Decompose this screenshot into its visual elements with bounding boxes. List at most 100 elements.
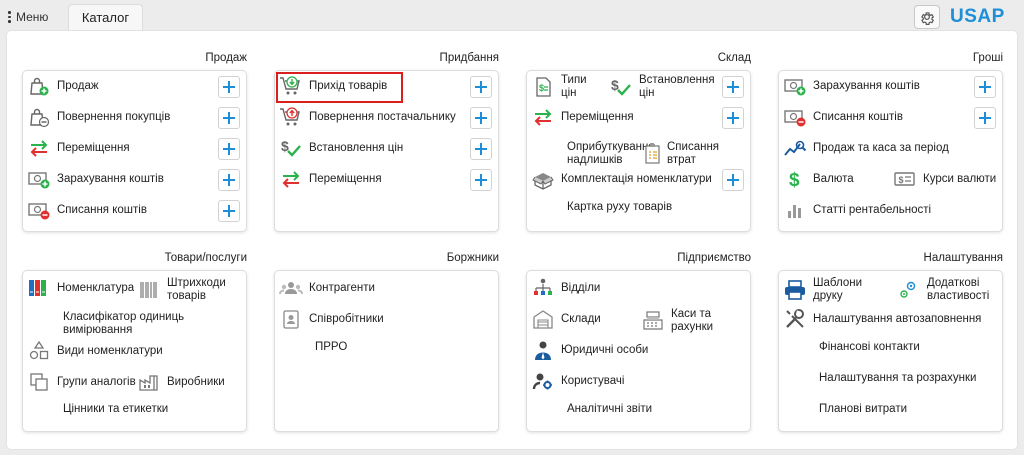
cash-minus-icon (783, 106, 807, 128)
item-prro[interactable]: ПРРО (279, 341, 347, 354)
add-cash-out-button[interactable] (974, 107, 996, 129)
plus-icon (223, 205, 235, 217)
section-card: Шаблони друку Додаткові властивості Нала… (778, 270, 1003, 432)
item-surplus-posting[interactable]: Оприбуткування надлишків (531, 141, 655, 167)
plus-icon (223, 81, 235, 93)
menu-button[interactable]: Меню (8, 8, 48, 26)
item-financial-contacts[interactable]: Фінансові контакти (783, 341, 920, 354)
top-bar: Меню Каталог USAP (0, 0, 1024, 30)
item-goods-receipt[interactable]: Прихід товарів (279, 75, 387, 97)
item-nomenclature[interactable]: Номенклатура (27, 277, 134, 299)
item-sale[interactable]: Продаж (27, 75, 99, 97)
item-extra-properties[interactable]: Додаткові властивості (897, 277, 989, 303)
item-cash-accounts[interactable]: Каси та рахунки (641, 308, 713, 334)
item-label: Оприбуткування надлишків (567, 141, 655, 166)
add-customer-return-button[interactable] (218, 107, 240, 129)
item-transfer[interactable]: Переміщення (531, 106, 634, 128)
item-analog-groups[interactable]: Групи аналогів (27, 371, 136, 393)
item-warehouses[interactable]: Склади (531, 308, 601, 330)
section-title: Підприємство (677, 252, 751, 264)
item-exchange-rates[interactable]: $ Курси валюти (893, 168, 996, 190)
item-label: Налаштування автозаповнення (813, 312, 982, 325)
item-autofill-settings[interactable]: Налаштування автозаповнення (783, 308, 981, 330)
item-cash-out[interactable]: Списання коштів (783, 106, 903, 128)
item-goods-movement-card[interactable]: Картка руху товарів (531, 201, 672, 214)
item-employees[interactable]: Співробітники (279, 308, 384, 330)
item-profitability-items[interactable]: Статті рентабельності (783, 199, 931, 221)
item-price-tags[interactable]: Цінники та етикетки (27, 403, 168, 416)
item-customer-returns[interactable]: Повернення покупців (27, 106, 170, 128)
item-analytical-reports[interactable]: Аналітичні звіти (531, 403, 652, 416)
add-set-prices-button[interactable] (470, 138, 492, 160)
item-label: Склади (561, 312, 601, 325)
item-legal-entities[interactable]: Юридичні особи (531, 339, 648, 361)
add-kitting-button[interactable] (722, 169, 744, 191)
plus-icon (475, 174, 487, 186)
plus-icon (475, 81, 487, 93)
item-label: Співробітники (309, 312, 384, 325)
item-label: Списання коштів (813, 110, 903, 123)
cart-download-icon (279, 75, 303, 97)
add-transfer-button[interactable] (470, 169, 492, 191)
item-cash-out[interactable]: Списання коштів (27, 199, 147, 221)
item-kitting[interactable]: Комплектація номенклатури (531, 168, 712, 190)
item-label: Види номенклатури (57, 344, 163, 357)
add-goods-receipt-button[interactable] (470, 76, 492, 98)
section-title: Налаштування (923, 252, 1003, 264)
section-title: Склад (717, 52, 751, 64)
add-set-prices-button[interactable] (722, 76, 744, 98)
item-label: Встановлення цін (309, 141, 404, 154)
item-users[interactable]: Користувачі (531, 370, 624, 392)
item-departments[interactable]: Відділи (531, 277, 600, 299)
add-cash-in-button[interactable] (974, 76, 996, 98)
item-units-classifier[interactable]: Класифікатор одиниць вимірювання (27, 311, 184, 337)
item-label: Списання коштів (57, 203, 147, 216)
item-nomenclature-types[interactable]: Види номенклатури (27, 340, 163, 362)
item-label: Каси та рахунки (671, 308, 714, 333)
add-transfer-button[interactable] (218, 138, 240, 160)
add-cash-in-button[interactable] (218, 169, 240, 191)
currency-note-icon: $ (893, 168, 917, 190)
item-transfer[interactable]: Переміщення (27, 137, 130, 159)
item-sales-cash-period[interactable]: Продаж та каса за період (783, 137, 949, 159)
plus-icon (727, 174, 739, 186)
item-counterparties[interactable]: Контрагенти (279, 277, 375, 299)
settings-button[interactable] (914, 5, 940, 29)
item-label: Переміщення (561, 110, 634, 123)
org-chart-icon (531, 277, 555, 299)
item-transfer[interactable]: Переміщення (279, 168, 382, 190)
dollar-check-icon: $ (279, 137, 303, 159)
item-print-templates[interactable]: Шаблони друку (783, 277, 862, 303)
item-label: Зарахування коштів (813, 79, 920, 92)
add-transfer-button[interactable] (722, 107, 744, 129)
item-supplier-returns[interactable]: Повернення постачальнику (279, 106, 456, 128)
item-set-prices[interactable]: $ Встановлення цін (279, 137, 403, 159)
plus-icon (979, 112, 991, 124)
item-cash-in[interactable]: Зарахування коштів (27, 168, 164, 190)
section-title: Боржники (446, 252, 499, 264)
add-supplier-return-button[interactable] (470, 107, 492, 129)
add-sale-button[interactable] (218, 76, 240, 98)
item-planned-expenses[interactable]: Планові витрати (783, 403, 907, 416)
section-title: Гроші (972, 52, 1003, 64)
item-manufacturers[interactable]: Виробники (137, 371, 225, 393)
tab-catalog[interactable]: Каталог (68, 4, 143, 30)
cash-minus-icon (27, 199, 51, 221)
item-label: Виробники (167, 375, 225, 388)
item-price-types[interactable]: $ Типи цін (531, 74, 587, 100)
item-currency[interactable]: $ Валюта (783, 168, 854, 190)
item-settings-calculations[interactable]: Налаштування та розрахунки (783, 372, 976, 385)
item-write-off-losses[interactable]: Списання втрат (643, 141, 719, 167)
item-label: Прихід товарів (309, 79, 388, 92)
plus-icon (475, 143, 487, 155)
item-cash-in[interactable]: Зарахування коштів (783, 75, 920, 97)
cart-upload-icon (279, 106, 303, 128)
usap-logo: USAP (950, 6, 1005, 27)
gear-icon (921, 12, 935, 25)
section-title: Товари/послуги (164, 252, 247, 264)
item-label: Валюта (813, 172, 854, 185)
menu-dots-icon (8, 11, 12, 23)
item-barcodes[interactable]: Штрихкоди товарів (137, 277, 226, 303)
add-cash-out-button[interactable] (218, 200, 240, 222)
item-set-prices[interactable]: $ Встановлення цін (609, 74, 715, 100)
